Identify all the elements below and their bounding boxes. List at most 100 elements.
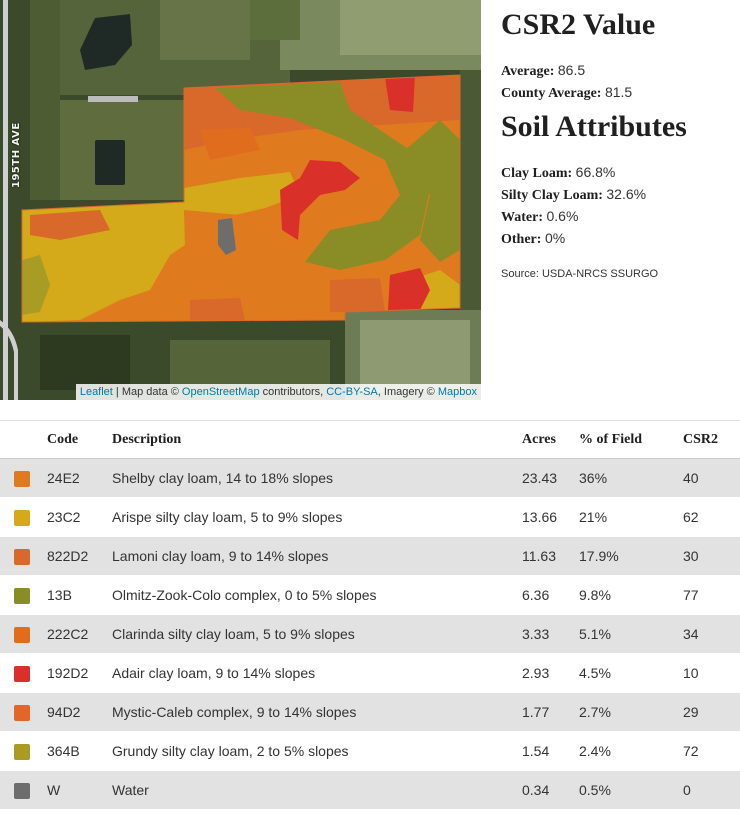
- header-description: Description: [112, 420, 522, 459]
- attribute-label: Other:: [501, 232, 542, 247]
- soil-acres: 0.34: [522, 770, 579, 810]
- source-note: Source: USDA-NRCS SSURGO: [501, 268, 659, 280]
- soil-percent: 5.1%: [579, 614, 683, 654]
- soil-attributes-heading: Soil Attributes: [501, 110, 687, 143]
- table-header-row: Code Description Acres % of Field CSR2: [0, 420, 740, 459]
- soil-csr2: 34: [683, 614, 740, 654]
- header-code: Code: [47, 420, 112, 459]
- header-csr2: CSR2: [683, 420, 740, 459]
- soil-acres: 13.66: [522, 497, 579, 537]
- csr2-heading: CSR2 Value: [501, 8, 656, 41]
- soil-description: Shelby clay loam, 14 to 18% slopes: [112, 458, 522, 498]
- average-stat: Average: 86.5: [501, 62, 585, 80]
- swatch-cell: [0, 497, 47, 537]
- soil-code: 13B: [47, 575, 112, 615]
- table-row: 222C2 Clarinda silty clay loam, 5 to 9% s…: [0, 614, 740, 654]
- soil-code: 822D2: [47, 536, 112, 576]
- leaflet-link[interactable]: Leaflet: [80, 386, 113, 398]
- swatch-cell: [0, 653, 47, 693]
- swatch-cell: [0, 575, 47, 615]
- attribute-value: 66.8%: [575, 164, 616, 180]
- county-average-value: 81.5: [604, 84, 633, 100]
- soil-csr2: 77: [683, 575, 740, 615]
- attribute-row: Clay Loam: 66.8%: [501, 164, 615, 182]
- soil-csr2: 0: [683, 770, 740, 810]
- attribute-row: Silty Clay Loam: 32.6%: [501, 186, 646, 204]
- soil-table: Code Description Acres % of Field CSR2 2…: [0, 420, 740, 810]
- soil-code: 192D2: [47, 653, 112, 693]
- color-swatch: [14, 509, 30, 526]
- attribution-text-3: , Imagery ©: [377, 386, 438, 398]
- attribute-label: Clay Loam:: [501, 166, 573, 181]
- soil-acres: 3.33: [522, 614, 579, 654]
- table-row: 23C2 Arispe silty clay loam, 5 to 9% slop…: [0, 497, 740, 537]
- license-link[interactable]: CC-BY-SA: [326, 386, 378, 398]
- soil-csr2: 72: [683, 731, 740, 771]
- attribute-value: 0%: [544, 230, 566, 246]
- table-row: 192D2 Adair clay loam, 9 to 14% slopes 2.9…: [0, 653, 740, 693]
- map-attribution: Leaflet | Map data © OpenStreetMap contr…: [75, 384, 481, 400]
- soil-description: Olmitz-Zook-Colo complex, 0 to 5% slopes: [112, 575, 522, 615]
- soil-description: Clarinda silty clay loam, 5 to 9% slopes: [112, 614, 522, 654]
- soil-percent: 21%: [579, 497, 683, 537]
- soil-csr2: 10: [683, 653, 740, 693]
- county-average-label: County Average:: [501, 86, 602, 101]
- soil-csr2: 40: [683, 458, 740, 498]
- soil-description: Mystic-Caleb complex, 9 to 14% slopes: [112, 692, 522, 732]
- soil-acres: 23.43: [522, 458, 579, 498]
- soil-acres: 6.36: [522, 575, 579, 615]
- soil-description: Water: [112, 770, 522, 810]
- attribute-row: Other: 0%: [501, 230, 565, 248]
- attribute-value: 0.6%: [546, 208, 579, 224]
- road-label: 195TH AVE: [11, 122, 22, 188]
- soil-code: 23C2: [47, 497, 112, 537]
- color-swatch: [14, 548, 30, 565]
- attribute-value: 32.6%: [606, 186, 647, 202]
- soil-description: Lamoni clay loam, 9 to 14% slopes: [112, 536, 522, 576]
- openstreetmap-link[interactable]: OpenStreetMap: [182, 386, 260, 398]
- soil-percent: 17.9%: [579, 536, 683, 576]
- swatch-cell: [0, 458, 47, 498]
- county-average-stat: County Average: 81.5: [501, 84, 632, 102]
- table-row: 94D2 Mystic-Caleb complex, 9 to 14% slope…: [0, 692, 740, 732]
- soil-percent: 36%: [579, 458, 683, 498]
- color-swatch: [14, 704, 30, 721]
- soil-percent: 4.5%: [579, 653, 683, 693]
- soil-percent: 0.5%: [579, 770, 683, 810]
- soil-csr2: 62: [683, 497, 740, 537]
- summary-panel: CSR2 Value Average: 86.5 County Average:…: [501, 0, 740, 400]
- header-acres: Acres: [522, 420, 579, 459]
- attribution-text-2: contributors,: [259, 386, 327, 398]
- swatch-cell: [0, 614, 47, 654]
- table-row: 24E2 Shelby clay loam, 14 to 18% slopes 23…: [0, 458, 740, 498]
- swatch-cell: [0, 692, 47, 732]
- header-percent-of-field: % of Field: [579, 420, 683, 459]
- soil-code: 94D2: [47, 692, 112, 732]
- soil-code: 24E2: [47, 458, 112, 498]
- table-row: W Water 0.34 0.5% 0: [0, 770, 740, 810]
- table-row: 822D2 Lamoni clay loam, 9 to 14% slopes 11…: [0, 536, 740, 576]
- mapbox-link[interactable]: Mapbox: [438, 386, 477, 398]
- soil-description: Grundy silty clay loam, 2 to 5% slopes: [112, 731, 522, 771]
- color-swatch: [14, 665, 30, 682]
- soil-percent: 2.7%: [579, 692, 683, 732]
- average-label: Average:: [501, 64, 555, 79]
- attribute-label: Silty Clay Loam:: [501, 188, 603, 203]
- satellite-imagery: [0, 0, 481, 400]
- soil-percent: 2.4%: [579, 731, 683, 771]
- swatch-cell: [0, 731, 47, 771]
- table-row: 364B Grundy silty clay loam, 2 to 5% slop…: [0, 731, 740, 771]
- attribution-text-1: | Map data ©: [112, 386, 182, 398]
- table-row: 13B Olmitz-Zook-Colo complex, 0 to 5% slo…: [0, 575, 740, 615]
- color-swatch: [14, 782, 30, 799]
- soil-acres: 11.63: [522, 536, 579, 576]
- soil-percent: 9.8%: [579, 575, 683, 615]
- attribute-row: Water: 0.6%: [501, 208, 578, 226]
- soil-acres: 1.54: [522, 731, 579, 771]
- swatch-cell: [0, 770, 47, 810]
- soil-csr2: 30: [683, 536, 740, 576]
- soil-acres: 1.77: [522, 692, 579, 732]
- field-map[interactable]: 195TH AVE Leaflet | Map data © OpenStree…: [0, 0, 481, 400]
- soil-code: 222C2: [47, 614, 112, 654]
- soil-code: 364B: [47, 731, 112, 771]
